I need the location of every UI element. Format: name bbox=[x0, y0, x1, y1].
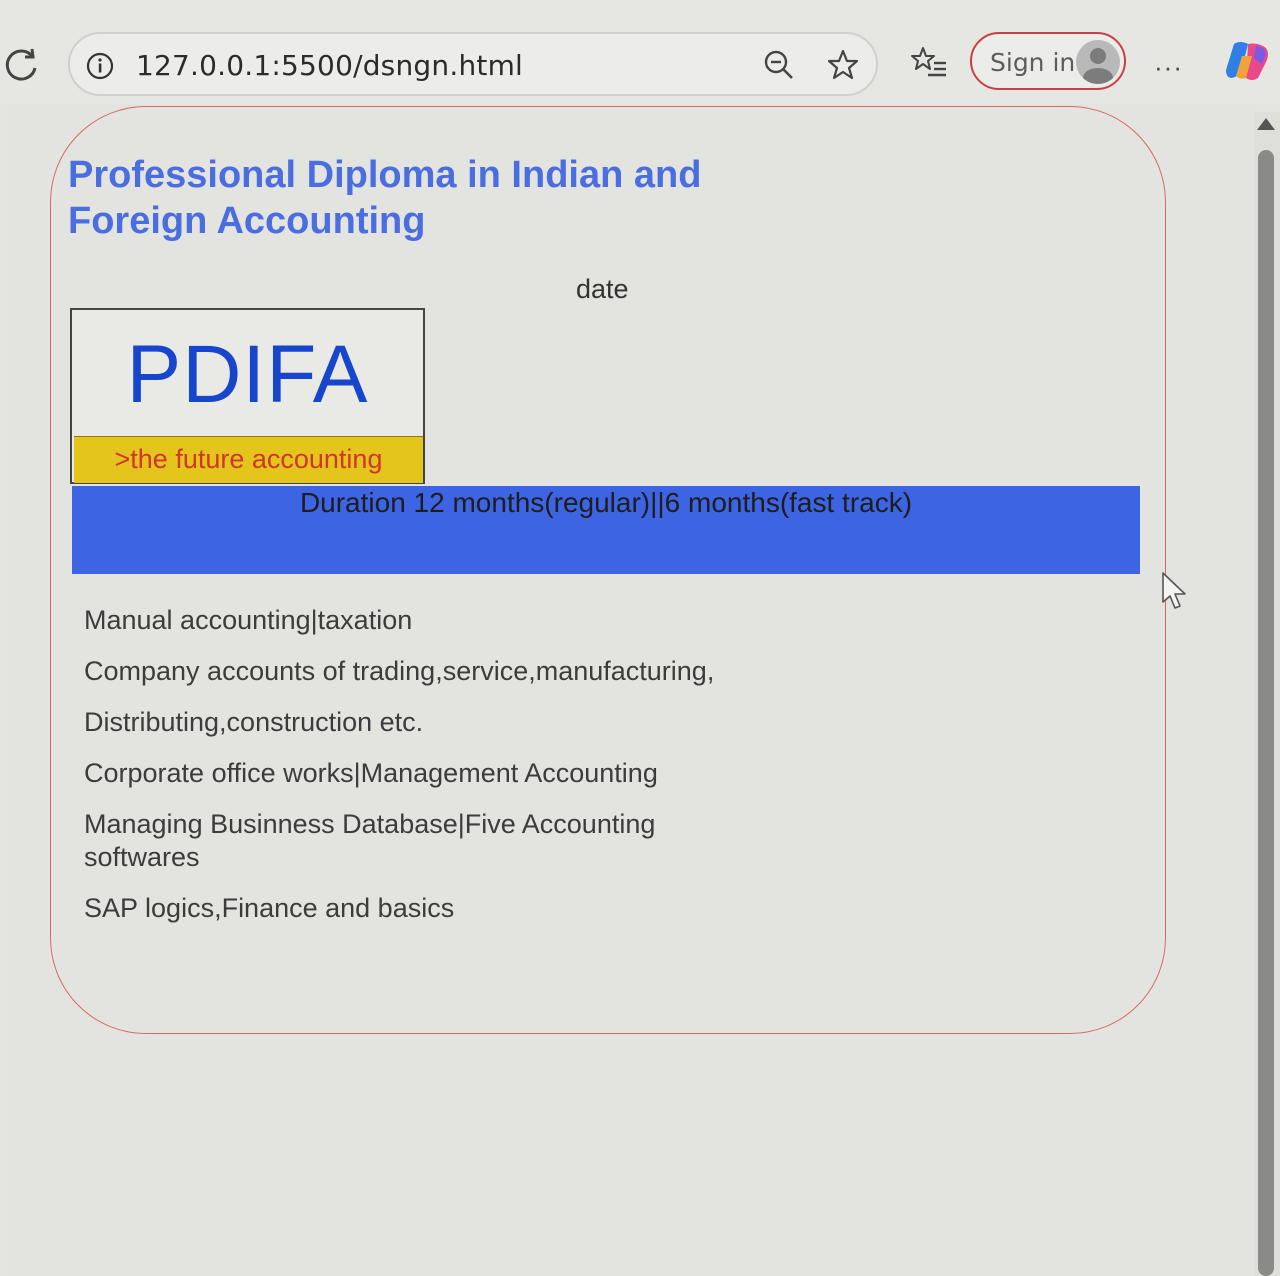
zoom-out-icon[interactable] bbox=[762, 48, 796, 82]
scrollbar-thumb[interactable] bbox=[1258, 150, 1274, 1276]
feature-list: Manual accounting|taxation Company accou… bbox=[84, 604, 764, 943]
avatar-icon bbox=[1076, 40, 1120, 84]
browser-toolbar: 127.0.0.1:5500/dsngn.html Sign in ··· bbox=[0, 0, 1280, 104]
sign-in-label: Sign in bbox=[990, 48, 1076, 77]
feature-item: Company accounts of trading,service,manu… bbox=[84, 656, 715, 686]
page-title: Professional Diploma in Indian and Forei… bbox=[68, 154, 702, 242]
sign-in-button[interactable]: Sign in bbox=[970, 32, 1126, 90]
info-icon[interactable] bbox=[86, 52, 114, 80]
feature-item: Corporate office works|Management Accoun… bbox=[84, 758, 658, 788]
url-text[interactable]: 127.0.0.1:5500/dsngn.html bbox=[136, 49, 523, 82]
duration-text: Duration 12 months(regular)||6 months(fa… bbox=[299, 487, 913, 518]
address-bar[interactable]: 127.0.0.1:5500/dsngn.html bbox=[68, 32, 878, 96]
feature-item: SAP logics,Finance and basics bbox=[84, 893, 455, 923]
copilot-icon[interactable] bbox=[1222, 38, 1272, 84]
logo-text: PDIFA bbox=[126, 329, 369, 420]
scroll-up-arrow-icon[interactable] bbox=[1257, 118, 1275, 130]
mouse-cursor-icon bbox=[1162, 572, 1186, 609]
date-label: date bbox=[576, 274, 629, 304]
favorite-star-icon[interactable] bbox=[826, 48, 860, 82]
logo-box: PDIFA >the future accounting bbox=[70, 308, 425, 484]
feature-item: Manual accounting|taxation bbox=[84, 605, 413, 635]
logo-tagline: >the future accounting bbox=[74, 436, 423, 483]
reload-icon[interactable] bbox=[2, 46, 40, 84]
feature-item: Managing Businness Database|Five Account… bbox=[84, 809, 656, 872]
duration-banner: Duration 12 months(regular)||6 months(fa… bbox=[72, 486, 1140, 574]
feature-item: Distributing,construction etc. bbox=[84, 707, 424, 737]
favorites-icon[interactable] bbox=[910, 44, 948, 80]
more-options-icon[interactable]: ··· bbox=[1154, 52, 1183, 83]
